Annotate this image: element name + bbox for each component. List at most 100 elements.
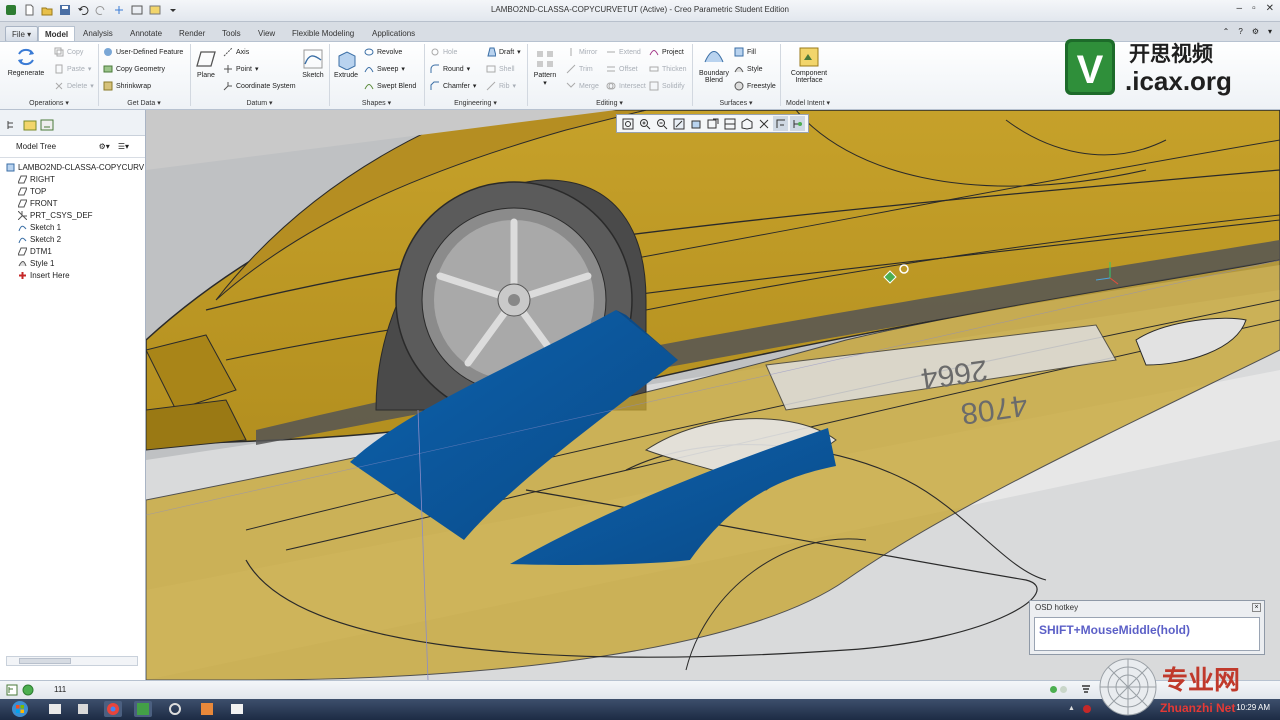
offset-button[interactable]: Offset — [606, 64, 638, 74]
osd-close-icon[interactable]: × — [1252, 603, 1261, 612]
hole-button[interactable]: Hole — [430, 47, 457, 57]
tree-columns-icon[interactable]: ☰▾ — [118, 142, 129, 151]
regenerate-button[interactable]: Regenerate — [6, 46, 46, 77]
tree-item-sketch-1[interactable]: Sketch 1 — [18, 221, 145, 233]
merge-button[interactable]: Merge — [566, 81, 599, 91]
view-manager-icon[interactable] — [722, 116, 737, 131]
copy-button[interactable]: Copy — [54, 47, 83, 57]
tree-item-top[interactable]: TOP — [17, 185, 145, 197]
selection-filter-icon[interactable] — [1080, 684, 1092, 698]
component-interface-button[interactable]: Component Interface — [786, 46, 832, 84]
group-get-data[interactable]: Get Data ▾ — [98, 98, 190, 110]
trim-button[interactable]: Trim — [566, 64, 593, 74]
revolve-button[interactable]: Revolve — [364, 47, 402, 57]
sweep-button[interactable]: Sweep ▾ — [364, 64, 405, 74]
datum-display-icon[interactable] — [756, 116, 771, 131]
tab-file[interactable]: File ▾ — [5, 26, 39, 42]
group-model-intent[interactable]: Model Intent ▾ — [780, 98, 836, 110]
group-engineering[interactable]: Engineering ▾ — [424, 98, 527, 110]
close-icon[interactable]: ✕ — [1266, 3, 1274, 14]
maximize-icon[interactable]: ▫ — [1252, 3, 1256, 14]
perspective-icon[interactable] — [739, 116, 754, 131]
taskbar-app-icon[interactable] — [228, 701, 246, 717]
collapse-ribbon-icon[interactable]: ⌃ — [1223, 27, 1230, 36]
group-operations[interactable]: Operations ▾ — [0, 98, 98, 110]
intersect-button[interactable]: Intersect — [606, 81, 646, 91]
tree-item-insert-here[interactable]: Insert Here — [18, 269, 145, 281]
tree-item-sketch-2[interactable]: Sketch 2 — [18, 233, 145, 245]
project-button[interactable]: Project — [649, 47, 684, 57]
solidify-button[interactable]: Solidify — [649, 81, 685, 91]
tab-flexible-modeling[interactable]: Flexible Modeling — [286, 26, 360, 42]
repaint-icon[interactable] — [671, 116, 686, 131]
taskbar-creo-icon[interactable] — [134, 701, 152, 717]
group-datum[interactable]: Datum ▾ — [190, 98, 329, 110]
coordinate-system-button[interactable]: Coordinate System — [223, 81, 296, 91]
show-navigator-icon[interactable] — [6, 684, 18, 698]
tree-horizontal-scrollbar[interactable] — [6, 656, 138, 666]
tree-item-csys[interactable]: PRT_CSYS_DEF — [17, 209, 145, 221]
paste-button[interactable]: Paste ▾ — [54, 64, 91, 74]
settings-icon[interactable]: ⚙ — [1252, 27, 1259, 36]
taskbar-chrome-icon[interactable] — [104, 701, 122, 717]
extrude-button[interactable]: Extrude — [332, 48, 360, 79]
tab-applications[interactable]: Applications — [366, 26, 421, 42]
display-style-icon[interactable] — [688, 116, 703, 131]
tab-tools[interactable]: Tools — [216, 26, 247, 42]
pattern-button[interactable]: Pattern ▾ — [531, 48, 559, 87]
favorites-tab-icon[interactable] — [40, 119, 54, 135]
taskbar-orange-app-icon[interactable] — [198, 701, 216, 717]
help-arrow-icon[interactable]: ▾ — [1268, 27, 1272, 36]
tray-arrow-icon[interactable]: ▲ — [1068, 705, 1075, 713]
boundary-blend-button[interactable]: Boundary Blend — [696, 46, 732, 84]
help-icon[interactable]: ? — [1238, 27, 1242, 36]
group-shapes[interactable]: Shapes ▾ — [329, 98, 424, 110]
tab-annotate[interactable]: Annotate — [124, 26, 168, 42]
swept-blend-button[interactable]: Swept Blend — [364, 81, 416, 91]
freestyle-button[interactable]: Freestyle — [734, 81, 776, 91]
tab-analysis[interactable]: Analysis — [77, 26, 119, 42]
show-browser-icon[interactable] — [22, 684, 34, 698]
chamfer-button[interactable]: Chamfer ▾ — [430, 81, 476, 91]
point-button[interactable]: Point ▾ — [223, 64, 258, 74]
style-button[interactable]: Style — [734, 64, 763, 74]
tree-item-right[interactable]: RIGHT — [17, 173, 145, 185]
group-surfaces[interactable]: Surfaces ▾ — [692, 98, 780, 110]
taskbar-window-icon[interactable] — [74, 701, 92, 717]
folder-browser-tab-icon[interactable] — [23, 119, 37, 135]
spin-center-icon[interactable] — [790, 116, 805, 131]
group-editing[interactable]: Editing ▾ — [527, 98, 692, 110]
tab-model[interactable]: Model — [38, 26, 76, 42]
tree-item-front[interactable]: FRONT — [17, 197, 145, 209]
shell-button[interactable]: Shell — [486, 64, 515, 74]
minimize-icon[interactable]: – — [1237, 3, 1243, 14]
axis-button[interactable]: Axis — [223, 47, 249, 57]
rib-button[interactable]: Rib ▾ — [486, 81, 516, 91]
thicken-button[interactable]: Thicken — [649, 64, 687, 74]
tree-settings-icon[interactable]: ⚙▾ — [99, 142, 110, 151]
sketch-button[interactable]: Sketch — [300, 48, 326, 79]
model-tree-tab-icon[interactable] — [6, 119, 20, 135]
delete-button[interactable]: Delete ▾ — [54, 81, 94, 91]
refit-icon[interactable] — [620, 116, 635, 131]
fill-button[interactable]: Fill — [734, 47, 756, 57]
user-defined-feature-button[interactable]: User-Defined Feature — [103, 47, 183, 57]
extend-button[interactable]: Extend — [606, 47, 641, 57]
plane-button[interactable]: Plane — [194, 48, 218, 79]
round-button[interactable]: Round ▾ — [430, 64, 470, 74]
mirror-button[interactable]: Mirror — [566, 47, 597, 57]
tree-item-part[interactable]: LAMBO2ND-CLASSA-COPYCURV — [6, 161, 145, 173]
tray-record-icon[interactable] — [1082, 705, 1091, 713]
graphics-area[interactable]: 2664 4708 — [146, 110, 1280, 680]
zoom-in-icon[interactable] — [637, 116, 652, 131]
copy-geometry-button[interactable]: Copy Geometry — [103, 64, 165, 74]
start-button[interactable] — [6, 701, 34, 717]
shrinkwrap-button[interactable]: Shrinkwrap — [103, 81, 151, 91]
zoom-out-icon[interactable] — [654, 116, 669, 131]
taskbar-settings-icon[interactable] — [166, 701, 184, 717]
saved-orientations-icon[interactable] — [705, 116, 720, 131]
annotation-display-icon[interactable] — [773, 116, 788, 131]
tab-view[interactable]: View — [252, 26, 281, 42]
taskbar-explorer-icon[interactable] — [46, 701, 64, 717]
tab-render[interactable]: Render — [173, 26, 211, 42]
